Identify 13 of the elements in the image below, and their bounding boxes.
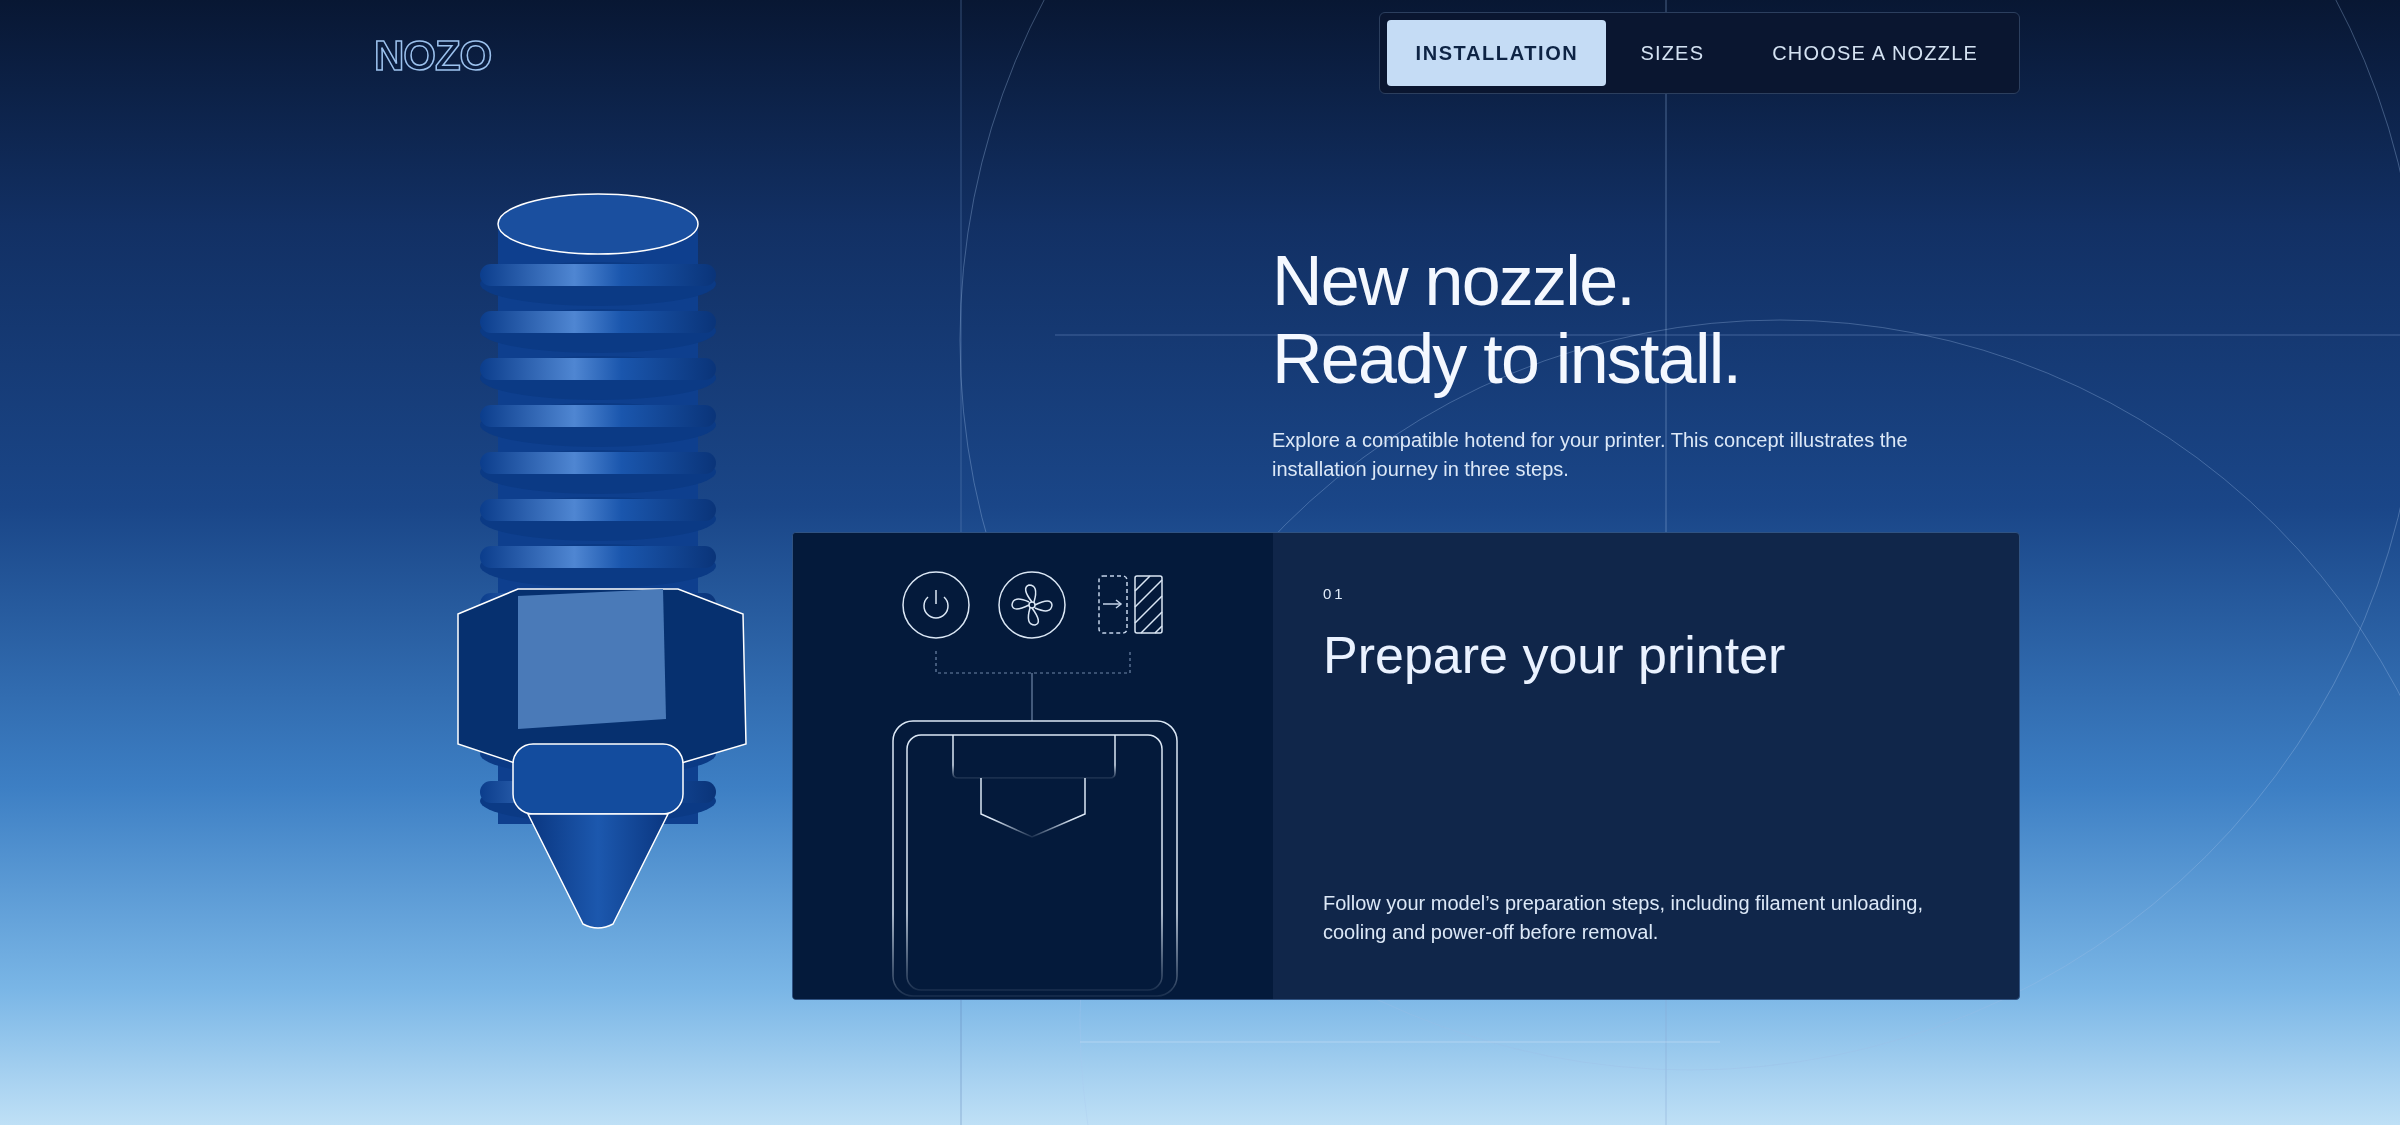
headline: New nozzle. [1272, 242, 1636, 320]
hero-description: Explore a compatible hotend for your printer. This concept illustrates the installation journey in three steps. [1272, 428, 1909, 482]
nav-tab[interactable]: CHOOSE A NOZZLE [1738, 20, 2012, 86]
nav-tab[interactable]: SIZES [1606, 20, 1739, 86]
logo: NOZO [374, 31, 492, 81]
step-number: 01 [1323, 584, 1347, 604]
step-description: Follow your model’s preparation steps, including filament unloading, cooling and power-off before removal. [1323, 891, 1924, 945]
filament-swap-icon [1098, 575, 1163, 634]
nav-tab[interactable]: INSTALLATION [1387, 20, 1607, 86]
fan-icon [998, 571, 1066, 639]
headline: Ready to install. [1272, 320, 1742, 398]
step-title: Prepare your printer [1323, 624, 1787, 686]
power-icon [902, 571, 970, 639]
